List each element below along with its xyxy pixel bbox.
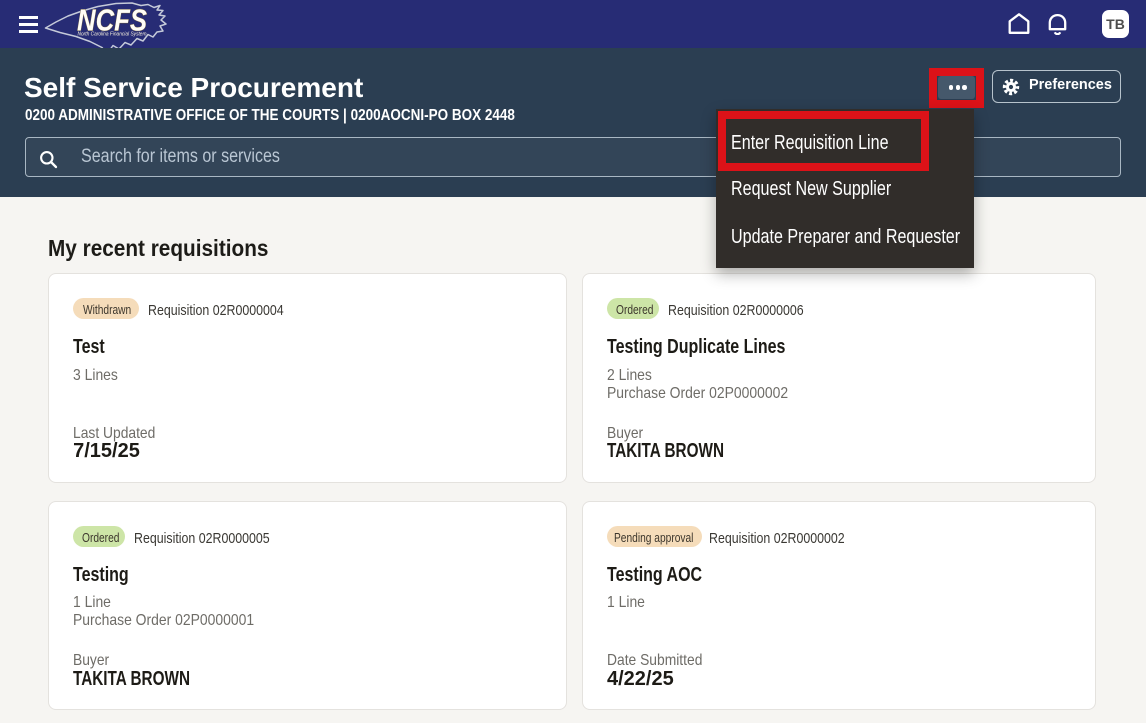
svg-text:North Carolina Financial Syste: North Carolina Financial System xyxy=(78,32,147,38)
